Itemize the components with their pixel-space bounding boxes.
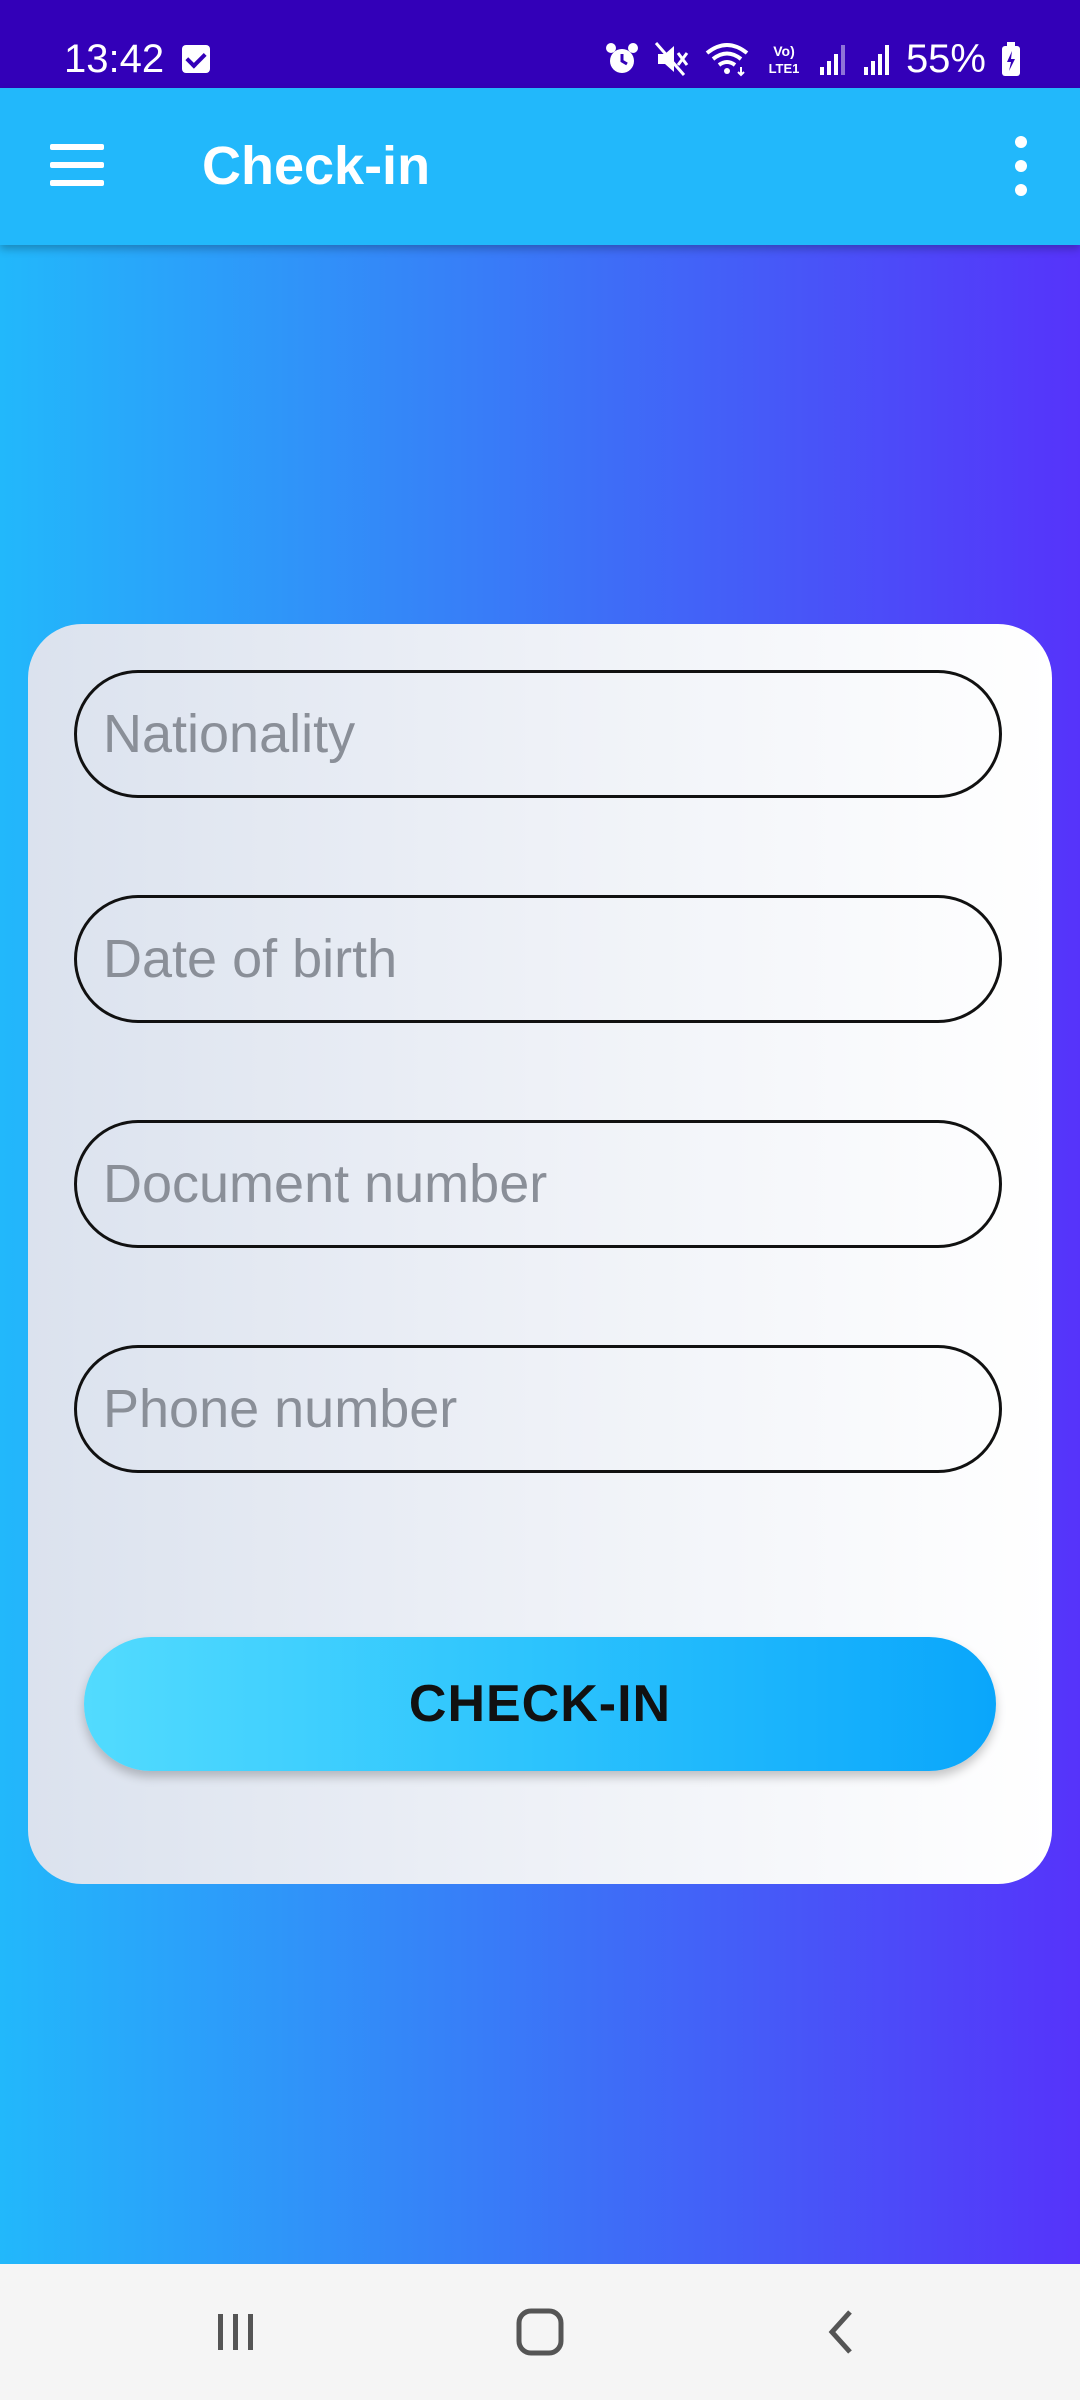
- app-bar: Check-in: [0, 88, 1080, 245]
- more-vertical-icon[interactable]: [1006, 136, 1036, 196]
- status-right: Vo) LTE1 55%: [604, 28, 1022, 90]
- phone-number-input[interactable]: [103, 1348, 963, 1470]
- status-bar: 13:42 Vo) LTE1 55%: [0, 0, 1080, 88]
- home-icon[interactable]: [480, 2264, 600, 2400]
- signal-icon: [863, 45, 889, 75]
- system-nav-bar: [0, 2264, 1080, 2400]
- hamburger-menu-icon[interactable]: [50, 144, 104, 186]
- mute-icon: [654, 42, 689, 76]
- phone-number-field[interactable]: [74, 1345, 1002, 1473]
- status-left: 13:42: [64, 28, 211, 90]
- document-number-field[interactable]: [74, 1120, 1002, 1248]
- signal-icon: [819, 45, 845, 75]
- back-icon[interactable]: [782, 2264, 902, 2400]
- nationality-field[interactable]: [74, 670, 1002, 798]
- document-number-input[interactable]: [103, 1123, 963, 1245]
- battery-percent: 55%: [905, 36, 986, 81]
- wifi-icon: [705, 43, 749, 77]
- status-time: 13:42: [64, 36, 165, 81]
- svg-text:LTE1: LTE1: [769, 61, 800, 76]
- date-of-birth-field[interactable]: [74, 895, 1002, 1023]
- check-in-card: CHECK-IN: [28, 624, 1052, 1884]
- check-in-screen: 13:42 Vo) LTE1 55% Check-in Nationality …: [0, 0, 1080, 2400]
- svg-text:Vo): Vo): [773, 43, 795, 59]
- check-in-button[interactable]: CHECK-IN: [84, 1637, 996, 1771]
- checkbox-notification-icon: [182, 45, 211, 73]
- date-of-birth-input[interactable]: [103, 898, 963, 1020]
- nationality-input[interactable]: [103, 673, 963, 795]
- recent-apps-icon[interactable]: [176, 2264, 296, 2400]
- page-title: Check-in: [202, 136, 431, 196]
- alarm-icon: [605, 43, 638, 73]
- battery-charging-icon: [1002, 42, 1020, 76]
- volte-icon: Vo) LTE1: [769, 43, 800, 76]
